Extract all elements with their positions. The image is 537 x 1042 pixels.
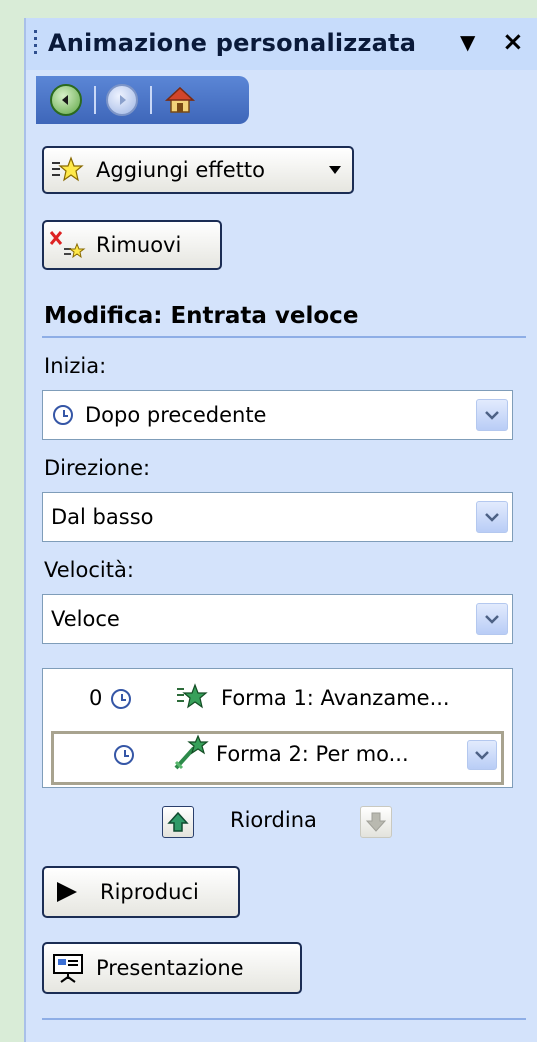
start-select-value: Dopo precedente (85, 403, 267, 427)
chevron-down-icon[interactable] (476, 603, 508, 635)
chevron-down-icon[interactable] (467, 740, 497, 770)
chevron-down-icon[interactable] (476, 399, 508, 431)
back-arrow-icon (50, 84, 82, 116)
entrance-effect-star-icon (177, 683, 208, 709)
speed-select-value: Veloce (51, 607, 120, 631)
effects-list[interactable]: 0 Forma 1: Avanzame... Forma 2: Per mo..… (42, 668, 513, 788)
add-effect-button[interactable]: Aggiungi effetto (42, 146, 354, 194)
arrow-down-icon (365, 812, 387, 832)
play-button[interactable]: Riproduci (42, 866, 240, 918)
bottom-divider (42, 1018, 526, 1020)
task-pane-frame: Animazione personalizzata ▼ × Aggiungi e… (4, 0, 537, 1042)
effect-name: Forma 2: Per mo... (216, 742, 409, 766)
close-icon[interactable]: × (502, 27, 524, 57)
speed-select[interactable]: Veloce (42, 594, 513, 644)
nav-toolbar (36, 76, 249, 124)
custom-animation-pane: Animazione personalizzata ▼ × Aggiungi e… (24, 18, 537, 1042)
speed-label: Velocità: (44, 558, 134, 582)
reorder-up-button[interactable] (162, 806, 194, 838)
clock-icon (114, 745, 134, 765)
remove-effect-icon (49, 231, 86, 259)
play-label: Riproduci (100, 880, 199, 904)
start-label: Inizia: (44, 354, 107, 378)
list-item[interactable]: 0 Forma 1: Avanzame... (43, 675, 512, 723)
remove-label: Rimuovi (96, 233, 182, 257)
add-effect-star-icon (52, 156, 84, 182)
reorder-down-button[interactable] (360, 806, 392, 838)
chevron-down-icon (329, 166, 341, 174)
add-effect-label: Aggiungi effetto (96, 158, 265, 182)
effect-name: Forma 1: Avanzame... (221, 686, 450, 710)
home-button[interactable] (164, 84, 196, 116)
slideshow-label: Presentazione (96, 956, 244, 980)
arrow-up-icon (167, 811, 189, 832)
clock-icon (111, 689, 131, 709)
back-button[interactable] (50, 84, 82, 116)
reorder-label: Riordina (230, 808, 317, 832)
path-effect-star-icon (174, 734, 209, 770)
direction-select[interactable]: Dal basso (42, 492, 513, 542)
direction-label: Direzione: (44, 456, 151, 480)
effect-order-number: 0 (89, 686, 103, 710)
start-select[interactable]: Dopo precedente (42, 390, 513, 440)
section-divider (42, 336, 526, 338)
modify-section-title: Modifica: Entrata veloce (44, 303, 359, 329)
slideshow-button[interactable]: Presentazione (42, 942, 302, 994)
clock-icon (53, 405, 73, 425)
slideshow-screen-icon (53, 954, 83, 983)
pane-title: Animazione personalizzata (48, 29, 417, 57)
forward-button[interactable] (106, 84, 138, 116)
nav-separator (94, 86, 96, 114)
list-item-selected[interactable]: Forma 2: Per mo... (51, 731, 504, 785)
home-icon (165, 86, 195, 113)
pane-titlebar: Animazione personalizzata ▼ × (26, 18, 537, 70)
chevron-down-icon[interactable] (476, 501, 508, 533)
drag-grip[interactable] (34, 30, 37, 58)
direction-select-value: Dal basso (51, 505, 154, 529)
play-icon (57, 882, 77, 902)
forward-arrow-icon (106, 84, 138, 116)
remove-button[interactable]: Rimuovi (42, 220, 222, 270)
nav-separator (150, 86, 152, 114)
pane-menu-dropdown-icon[interactable]: ▼ (460, 30, 475, 54)
